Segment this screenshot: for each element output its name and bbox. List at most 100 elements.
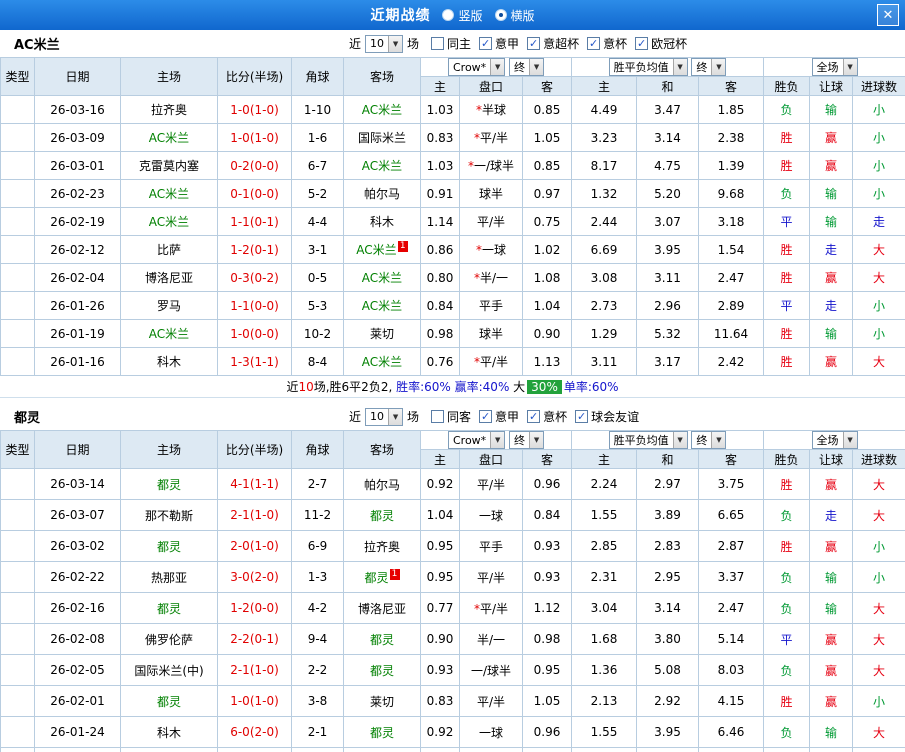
home-win-odds: 2.44 [571, 207, 637, 236]
ah-final-select[interactable]: 终 ▼ [509, 431, 545, 449]
filter-checkbox[interactable]: ✓ 意超杯 [527, 35, 579, 52]
match-row: 意甲26-01-19都灵0-2(0-1)2-1罗马0.94*半球0.943.73… [0, 747, 905, 752]
result-cell: 胜 [763, 235, 810, 264]
checkbox-label: 欧冠杯 [651, 37, 688, 51]
match-score: 6-0(2-0) [217, 716, 292, 748]
home-team-name: 拉齐奥 [150, 103, 187, 117]
filter-checkbox[interactable]: 同客 [431, 408, 471, 425]
scope-controls: 全场 ▼ [762, 57, 905, 77]
league-badge: 意甲 [0, 747, 35, 752]
layout-radio-option[interactable]: 竖版 [442, 7, 483, 24]
draw-odds: 3.80 [636, 623, 699, 655]
corner-score: 11-2 [291, 499, 344, 531]
ah-line-value: 球半 [478, 187, 503, 201]
goals-result-cell: 大 [851, 263, 905, 292]
handicap-result-cell: 走 [809, 235, 853, 264]
match-scope-select[interactable]: 全场 ▼ [811, 431, 858, 449]
away-team-name: AC米兰 [361, 355, 403, 369]
home-team: 那不勒斯 [120, 499, 218, 531]
filter-checkbox[interactable]: ✓ 意甲 [479, 408, 519, 425]
home-team-name: 都灵 [156, 539, 181, 554]
chevron-down-icon: ▼ [672, 432, 687, 448]
ah-line-value: 平/半 [476, 570, 506, 585]
home-team: 博洛尼亚 [120, 263, 218, 292]
filter-checkbox[interactable]: ✓ 欧冠杯 [635, 35, 687, 52]
home-team-name: 科木 [156, 355, 181, 369]
ah-line-value: 平/半 [479, 131, 509, 145]
ah-away-odds: 0.93 [522, 561, 572, 593]
odds-average-select[interactable]: 胜平负均值 ▼ [608, 431, 688, 449]
away-team: 科木 [343, 207, 421, 236]
goals-result-cell: 小 [851, 151, 905, 180]
checkbox-label: 球会友谊 [591, 410, 640, 424]
draw-odds: 2.92 [636, 685, 699, 717]
corner-score: 5-2 [291, 179, 344, 208]
match-date: 26-02-01 [34, 685, 121, 717]
result-cell: 胜 [763, 123, 810, 152]
away-win-odds: 1.98 [698, 747, 764, 752]
away-win-odds: 3.37 [698, 561, 764, 593]
draw-odds: 5.32 [636, 319, 699, 348]
close-button[interactable]: ✕ [877, 4, 899, 26]
result-cell: 负 [763, 95, 810, 124]
checkbox-label: 意甲 [495, 410, 520, 424]
layout-radio-option[interactable]: 横版 [494, 7, 535, 24]
away-win-odds: 4.15 [698, 685, 764, 717]
result-cell: 胜 [763, 347, 810, 376]
goals-result-cell: 大 [851, 499, 905, 531]
ah-line-value: 一球 [478, 508, 503, 523]
ah-line: 平手 [459, 291, 523, 320]
radio-label: 竖版 [458, 8, 483, 23]
filter-checkbox[interactable]: ✓ 球会友谊 [575, 408, 639, 425]
recent-count-select[interactable]: 10 ▼ [365, 407, 404, 426]
handicap-result-cell: 赢 [809, 654, 853, 686]
odds-final-select[interactable]: 终 ▼ [691, 431, 727, 449]
goals-result-cell: 小 [851, 685, 905, 717]
ah-final-select[interactable]: 终 ▼ [509, 58, 545, 76]
result-cell: 胜 [763, 319, 810, 348]
result-cell: 平 [763, 207, 810, 236]
league-badge: 意甲 [0, 623, 35, 655]
match-date: 26-03-07 [34, 499, 121, 531]
match-row: 意甲 26-02-22 热那亚 3-0(2-0) 1-3 都灵 1 0.95 平/半 0.93 2.… [0, 561, 905, 593]
match-row: 意甲 26-01-26 罗马 1-1(0-0) 5-3 AC米兰 0.84 平手 1.04 2.7… [0, 291, 905, 320]
checkbox-icon [431, 37, 445, 50]
result-cell: 负 [763, 179, 810, 208]
bookmaker-select[interactable]: Crow* ▼ [447, 58, 506, 76]
filter-checkbox[interactable]: ✓ 意杯 [587, 35, 627, 52]
radio-label: 横版 [510, 8, 535, 23]
away-team-name: AC米兰 [361, 299, 403, 313]
checkbox-label: 同主 [447, 37, 472, 51]
odds-final-select[interactable]: 终 ▼ [691, 58, 727, 76]
league-badge: 意甲 [0, 468, 35, 500]
filter-checkbox[interactable]: ✓ 意杯 [527, 408, 567, 425]
filter-checkbox[interactable]: 同主 [431, 35, 471, 52]
match-row: 意甲 26-03-07 那不勒斯 2-1(1-0) 11-2 都灵 1.04 一球 0.84 1.… [0, 499, 905, 531]
ah-away-odds: 0.85 [522, 95, 572, 124]
match-scope-select[interactable]: 全场 ▼ [811, 58, 858, 76]
home-win-odds: 1.36 [571, 654, 637, 686]
home-team-name: AC米兰 [148, 131, 190, 145]
match-date: 26-02-23 [34, 179, 121, 208]
match-score: 1-0(1-0) [217, 685, 292, 717]
home-win-odds: 3.11 [571, 347, 637, 376]
col-corner: 角球 [291, 430, 344, 469]
goals-result-cell: 走 [851, 207, 905, 236]
filter-checkbox[interactable]: ✓ 意甲 [479, 35, 519, 52]
ah-away-odds: 0.75 [522, 207, 572, 236]
home-team-name: 佛罗伦萨 [144, 632, 193, 647]
goals-result-cell: 小 [851, 95, 905, 124]
ah-line: *平/半 [459, 592, 523, 624]
recent-count-select[interactable]: 10 ▼ [365, 34, 404, 53]
col-date: 日期 [34, 57, 121, 96]
bookmaker-select[interactable]: Crow* ▼ [447, 431, 506, 449]
home-team: 罗马 [120, 291, 218, 320]
team-name: 都灵 [14, 411, 41, 426]
home-team: AC米兰 [120, 319, 218, 348]
draw-odds: 3.14 [636, 123, 699, 152]
ah-line: 平/半 [459, 561, 523, 593]
summary-segment: 30% [527, 379, 562, 394]
odds-average-select[interactable]: 胜平负均值 ▼ [608, 58, 688, 76]
handicap-result-cell: 输 [809, 561, 853, 593]
chevron-down-icon: ▼ [711, 59, 726, 75]
